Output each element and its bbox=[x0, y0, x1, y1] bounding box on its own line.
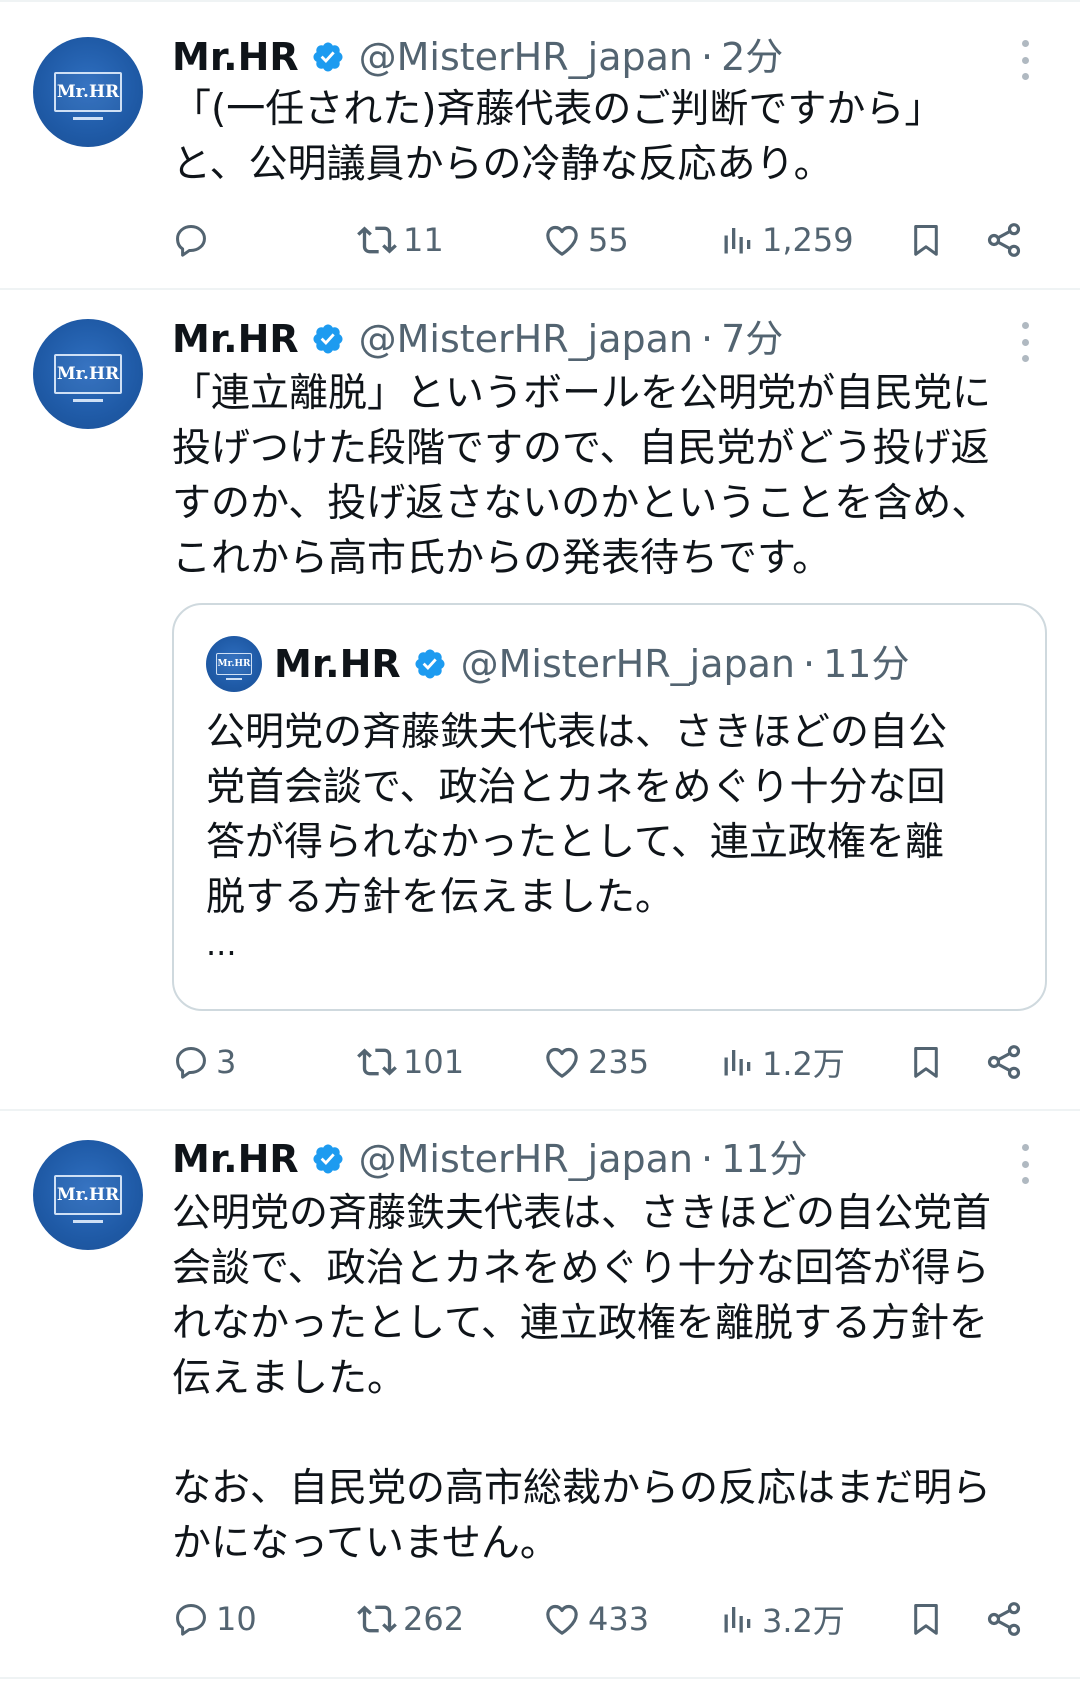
author-name[interactable]: Mr.HR bbox=[172, 1136, 299, 1182]
divider bbox=[0, 288, 1080, 290]
separator: · bbox=[701, 1137, 714, 1181]
views-button[interactable]: 1.2万 bbox=[720, 1037, 845, 1087]
views-button[interactable]: 3.2万 bbox=[720, 1594, 845, 1644]
reply-button[interactable] bbox=[172, 215, 216, 265]
avatar[interactable]: Mr.HR bbox=[33, 319, 143, 429]
quoted-author-name: Mr.HR bbox=[274, 642, 401, 686]
like-button[interactable]: 235 bbox=[542, 1037, 649, 1087]
quoted-ellipsis: ... bbox=[206, 925, 237, 963]
avatar-screen-icon: Mr.HR bbox=[54, 1175, 122, 1215]
like-icon bbox=[546, 1047, 578, 1078]
quoted-header: Mr.HR @MisterHR_japan · 11分 bbox=[274, 641, 909, 687]
share-button[interactable] bbox=[984, 215, 1024, 265]
retweet-icon bbox=[357, 1048, 397, 1076]
tweet-header: Mr.HR @MisterHR_japan · 2分 bbox=[172, 34, 783, 80]
quoted-timestamp: 11分 bbox=[823, 642, 910, 686]
avatar-logo: Mr.HR bbox=[56, 1185, 120, 1205]
share-button[interactable] bbox=[984, 1037, 1024, 1087]
retweet-icon bbox=[357, 1605, 397, 1633]
divider bbox=[0, 1677, 1080, 1679]
views-button[interactable]: 1,259 bbox=[720, 215, 854, 265]
author-handle[interactable]: @MisterHR_japan bbox=[359, 34, 693, 80]
tweet-text: 公明党の斉藤鉄夫代表は、さきほどの自公党首 会談で、政治とカネをめぐり十分な回答… bbox=[172, 1191, 992, 1566]
retweet-count: 262 bbox=[403, 1600, 465, 1638]
verified-badge-icon bbox=[413, 647, 447, 681]
separator: · bbox=[701, 317, 714, 361]
avatar[interactable]: Mr.HR bbox=[33, 37, 143, 147]
tweet-header: Mr.HR @MisterHR_japan · 7分 bbox=[172, 316, 783, 362]
author-handle[interactable]: @MisterHR_japan bbox=[359, 316, 693, 362]
separator: · bbox=[803, 642, 816, 686]
quoted-author-handle: @MisterHR_japan bbox=[460, 642, 795, 686]
reply-icon bbox=[176, 1047, 206, 1079]
bookmark-button[interactable] bbox=[907, 1037, 945, 1087]
avatar-screen-icon: Mr.HR bbox=[54, 72, 122, 112]
like-icon bbox=[546, 1604, 578, 1635]
reply-count: 10 bbox=[216, 1600, 257, 1638]
bookmark-icon bbox=[914, 1604, 938, 1635]
views-icon bbox=[724, 228, 751, 254]
tweet-actions: 11 55 1,259 bbox=[172, 215, 1032, 265]
avatar-screen-icon: Mr.HR bbox=[216, 653, 252, 675]
views-icon bbox=[724, 1050, 751, 1076]
more-icon[interactable] bbox=[1020, 1144, 1030, 1184]
avatar-logo: Mr.HR bbox=[217, 659, 251, 669]
retweet-icon bbox=[357, 226, 397, 254]
avatar-logo: Mr.HR bbox=[56, 364, 120, 384]
more-icon[interactable] bbox=[1020, 322, 1030, 362]
bookmark-icon bbox=[914, 225, 938, 256]
like-button[interactable]: 433 bbox=[542, 1594, 649, 1644]
verified-badge-icon bbox=[311, 40, 345, 74]
reply-icon bbox=[176, 1604, 206, 1636]
share-icon bbox=[987, 1602, 1021, 1636]
like-button[interactable]: 55 bbox=[542, 215, 629, 265]
separator: · bbox=[701, 35, 714, 79]
retweet-count: 101 bbox=[403, 1043, 465, 1081]
views-count: 3.2万 bbox=[762, 1602, 845, 1640]
tweet-text: 「連立離脱」というボールを公明党が自民党に 投げつけた段階ですので、自民党がどう… bbox=[172, 371, 992, 581]
quoted-avatar: Mr.HR bbox=[206, 636, 262, 692]
timestamp[interactable]: 2分 bbox=[721, 34, 783, 80]
tweet-actions: 10 262 433 3.2万 bbox=[172, 1594, 1032, 1644]
retweet-button[interactable]: 262 bbox=[357, 1594, 464, 1644]
author-handle[interactable]: @MisterHR_japan bbox=[359, 1136, 693, 1182]
author-name[interactable]: Mr.HR bbox=[172, 34, 299, 80]
tweet-actions: 3 101 235 1.2万 bbox=[172, 1037, 1032, 1087]
tweet-text: 「(一任された)斉藤代表のご判断ですから」 と、公明議員からの冷静な反応あり。 bbox=[172, 87, 944, 187]
divider bbox=[0, 0, 1080, 2]
share-icon bbox=[987, 1045, 1021, 1079]
retweet-button[interactable]: 101 bbox=[357, 1037, 464, 1087]
verified-badge-icon bbox=[311, 322, 345, 356]
like-icon bbox=[546, 225, 578, 256]
avatar[interactable]: Mr.HR bbox=[33, 1140, 143, 1250]
quoted-tweet[interactable]: Mr.HR Mr.HR @MisterHR_japan · 11分 公明党の斉藤… bbox=[172, 603, 1047, 1011]
timestamp[interactable]: 11分 bbox=[721, 1136, 807, 1182]
reply-button[interactable]: 3 bbox=[172, 1037, 236, 1087]
verified-badge-icon bbox=[311, 1142, 345, 1176]
avatar-logo: Mr.HR bbox=[56, 82, 120, 102]
reply-button[interactable]: 10 bbox=[172, 1594, 257, 1644]
share-button[interactable] bbox=[984, 1594, 1024, 1644]
more-icon[interactable] bbox=[1020, 40, 1030, 80]
like-count: 55 bbox=[588, 221, 629, 259]
author-name[interactable]: Mr.HR bbox=[172, 316, 299, 362]
views-icon bbox=[724, 1607, 751, 1633]
views-count: 1.2万 bbox=[762, 1045, 845, 1083]
views-count: 1,259 bbox=[762, 221, 854, 259]
like-count: 235 bbox=[588, 1043, 650, 1081]
bookmark-button[interactable] bbox=[907, 215, 945, 265]
reply-icon bbox=[176, 225, 206, 257]
reply-count: 3 bbox=[216, 1043, 237, 1081]
like-count: 433 bbox=[588, 1600, 650, 1638]
avatar-screen-icon: Mr.HR bbox=[54, 354, 122, 394]
divider bbox=[0, 1109, 1080, 1111]
bookmark-icon bbox=[914, 1047, 938, 1078]
quoted-text: 公明党の斉藤鉄夫代表は、さきほどの自公 党首会談で、政治とカネをめぐり十分な回 … bbox=[206, 710, 948, 920]
share-icon bbox=[987, 223, 1021, 257]
retweet-count: 11 bbox=[403, 221, 444, 259]
timestamp[interactable]: 7分 bbox=[721, 316, 783, 362]
bookmark-button[interactable] bbox=[907, 1594, 945, 1644]
tweet-header: Mr.HR @MisterHR_japan · 11分 bbox=[172, 1136, 807, 1182]
retweet-button[interactable]: 11 bbox=[357, 215, 444, 265]
